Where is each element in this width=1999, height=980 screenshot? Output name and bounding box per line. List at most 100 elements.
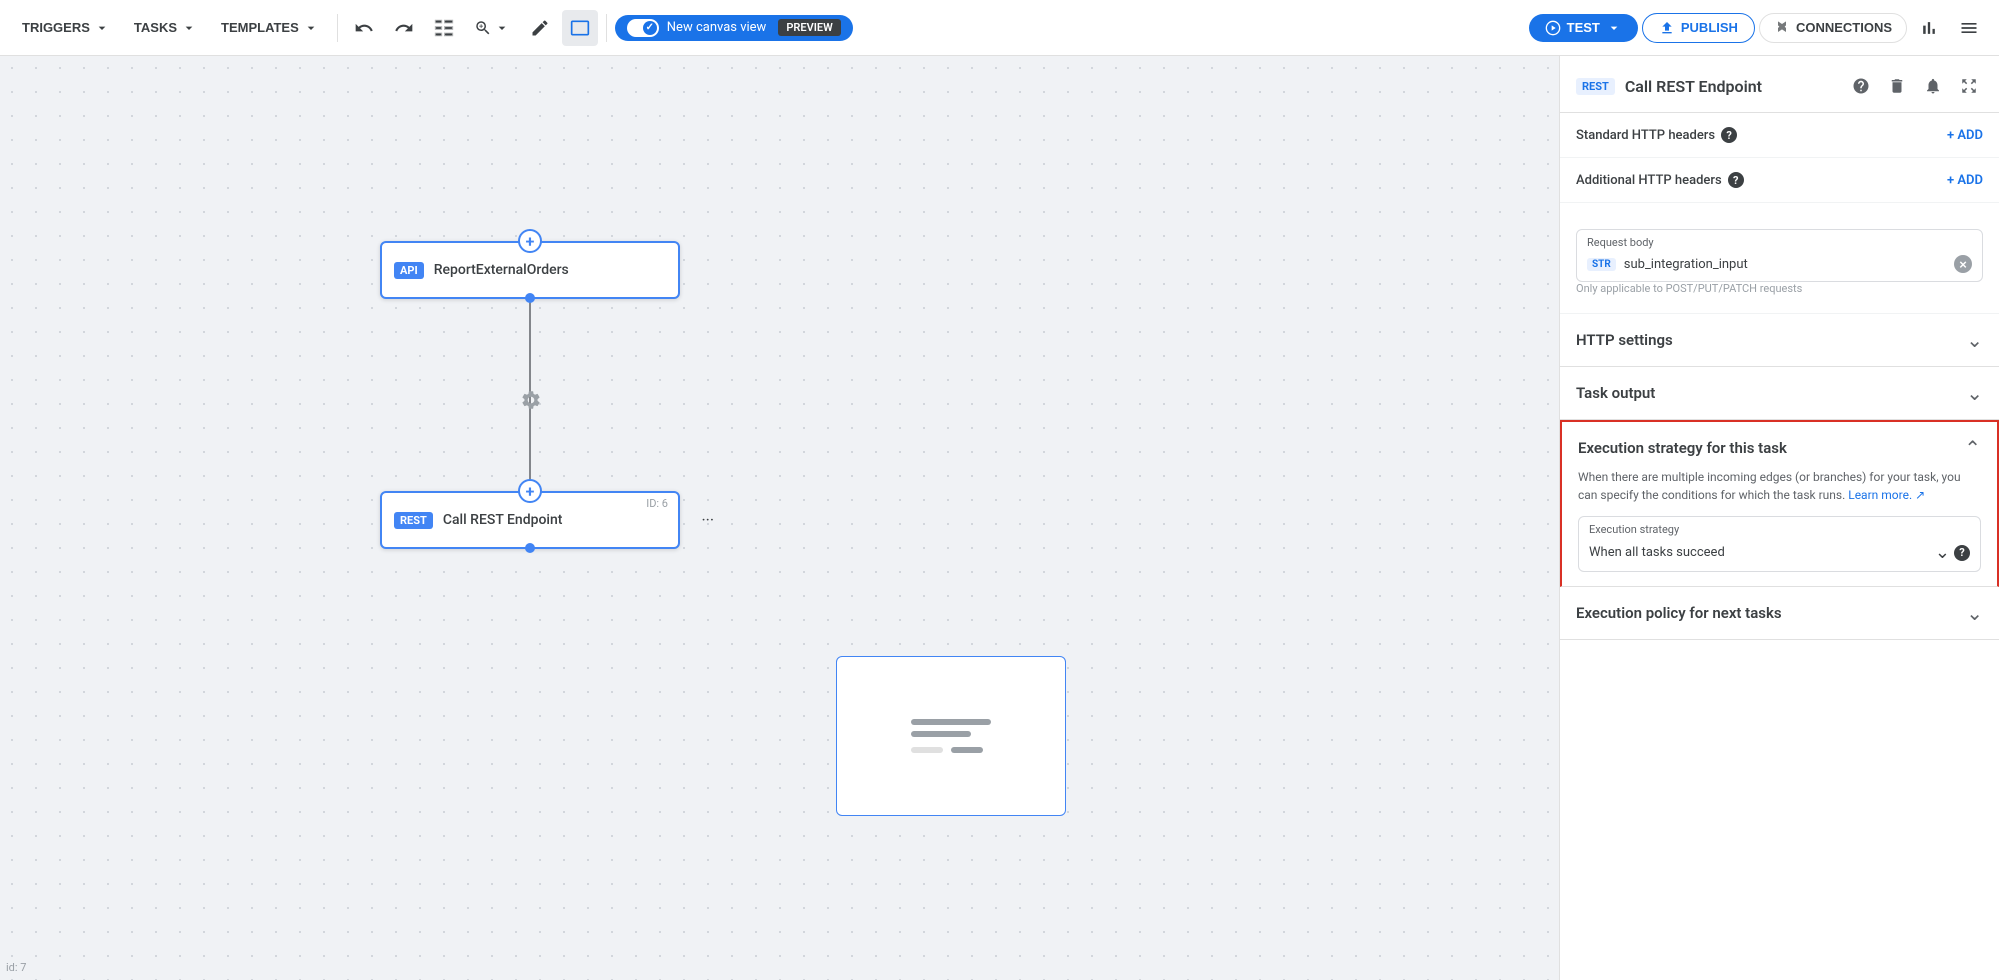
rp-help-button[interactable] [1847,72,1875,100]
rp-collapse-button[interactable] [1955,72,1983,100]
triggers-chevron-icon [94,20,110,36]
api-node[interactable]: + API ReportExternalOrders [380,241,680,299]
triggers-label: TRIGGERS [22,20,90,35]
http-settings-chevron-icon: ⌄ [1966,328,1983,352]
publish-label: PUBLISH [1681,20,1738,35]
more-menu-button[interactable] [1951,10,1987,46]
undo-button[interactable] [346,10,382,46]
layout-button[interactable] [426,10,462,46]
api-node-add-button[interactable]: + [518,229,542,253]
exec-strategy-icons: ⌄ ? [1935,542,1970,563]
triggers-menu[interactable]: TRIGGERS [12,14,120,42]
canvas[interactable]: + API ReportExternalOrders + REST Call R… [0,56,1559,980]
exec-strategy-value: When all tasks succeed [1589,545,1725,560]
redo-button[interactable] [386,10,422,46]
nav-divider-2 [606,14,607,42]
tasks-label: TASKS [134,20,177,35]
rp-badge: REST [1576,78,1615,95]
connections-label: CONNECTIONS [1796,20,1892,35]
http-settings-title: HTTP settings [1576,331,1673,349]
preview-badge: PREVIEW [778,19,840,36]
rp-header-icons [1847,72,1983,100]
task-output-chevron-icon: ⌄ [1966,381,1983,405]
rp-title: Call REST Endpoint [1625,77,1837,96]
right-icons [1911,10,1987,46]
request-body-label: Request body [1577,230,1982,249]
zoom-chevron-icon [494,20,510,36]
request-body-section: Request body STR sub_integration_input ×… [1560,203,1999,314]
rp-delete-button[interactable] [1883,72,1911,100]
task-output-title: Task output [1576,384,1655,402]
rp-notifications-button[interactable] [1919,72,1947,100]
templates-label: TEMPLATES [221,20,299,35]
main-area: + API ReportExternalOrders + REST Call R… [0,56,1999,980]
execution-strategy-chevron-icon[interactable]: ⌃ [1964,436,1981,460]
rest-node-name: Call REST Endpoint [443,512,563,528]
canvas-toggle-switch [627,19,659,37]
templates-chevron-icon [303,20,319,36]
test-label: TEST [1567,20,1600,35]
exec-strategy-help-icon[interactable]: ? [1954,545,1970,561]
request-body-value: sub_integration_input [1624,257,1946,272]
connections-button[interactable]: CONNECTIONS [1759,13,1907,43]
exec-strategy-dropdown-arrow[interactable]: ⌄ [1935,542,1950,563]
request-body-field[interactable]: Request body STR sub_integration_input × [1576,229,1983,282]
tasks-chevron-icon [181,20,197,36]
std-http-help-icon[interactable]: ? [1721,127,1737,143]
execution-strategy-section: Execution strategy for this task ⌃ When … [1560,420,1999,587]
addl-http-label: Additional HTTP headers ? [1576,172,1744,188]
std-http-section: Standard HTTP headers ? + ADD [1560,113,1999,158]
rest-connector-dot [525,543,535,553]
request-body-note: Only applicable to POST/PUT/PATCH reques… [1576,282,1983,299]
std-http-label: Standard HTTP headers ? [1576,127,1737,143]
templates-menu[interactable]: TEMPLATES [211,14,329,42]
request-body-clear-button[interactable]: × [1954,255,1972,273]
rest-badge: REST [394,512,433,529]
test-chevron-icon [1606,20,1622,36]
gear-node[interactable] [517,386,545,414]
mini-line-3 [911,747,943,753]
zoom-button[interactable] [466,10,518,46]
execution-strategy-title: Execution strategy for this task [1578,439,1787,457]
task-output-section[interactable]: Task output ⌄ [1560,367,1999,420]
right-panel: REST Call REST Endpoint [1559,56,1999,980]
canvas-connections-svg [0,56,1559,980]
execution-strategy-header: Execution strategy for this task ⌃ [1578,436,1981,460]
analytics-button[interactable] [1911,10,1947,46]
api-node-name: ReportExternalOrders [434,262,569,278]
request-body-input-row: STR sub_integration_input × [1577,249,1982,281]
execution-strategy-dropdown[interactable]: Execution strategy When all tasks succee… [1578,516,1981,572]
exec-strategy-learn-more-link[interactable]: Learn more. ↗ [1848,488,1925,502]
pen-tool-button[interactable] [522,10,558,46]
mini-canvas-panel [836,656,1066,816]
nav-divider-1 [337,14,338,42]
test-button[interactable]: TEST [1529,14,1638,42]
tasks-menu[interactable]: TASKS [124,14,207,42]
mini-line-4 [951,747,983,753]
right-panel-scroll[interactable]: Standard HTTP headers ? + ADD Additional… [1560,113,1999,980]
rest-node-more-button[interactable]: ··· [701,511,714,530]
api-badge: API [394,262,424,279]
execution-policy-section[interactable]: Execution policy for next tasks ⌄ [1560,587,1999,640]
publish-button[interactable]: PUBLISH [1642,13,1755,43]
top-navigation: TRIGGERS TASKS TEMPLATES New c [0,0,1999,56]
api-connector-dot [525,293,535,303]
exec-strategy-dropdown-row: When all tasks succeed ⌄ ? [1579,536,1980,571]
right-panel-header: REST Call REST Endpoint [1560,56,1999,113]
addl-http-add-button[interactable]: + ADD [1947,173,1983,188]
http-settings-section[interactable]: HTTP settings ⌄ [1560,314,1999,367]
str-badge: STR [1587,258,1616,271]
execution-policy-chevron-icon: ⌄ [1966,601,1983,625]
mini-line-2 [911,731,971,737]
canvas-toggle[interactable]: New canvas view PREVIEW [615,15,853,41]
addl-http-section: Additional HTTP headers ? + ADD [1560,158,1999,203]
std-http-add-button[interactable]: + ADD [1947,128,1983,143]
addl-http-help-icon[interactable]: ? [1728,172,1744,188]
exec-strategy-field-label: Execution strategy [1579,517,1980,536]
rest-node-add-button[interactable]: + [518,479,542,503]
rest-node-id: ID: 6 [646,497,668,510]
execution-strategy-desc: When there are multiple incoming edges (… [1578,468,1981,504]
canvas-view-button[interactable] [562,10,598,46]
rest-node[interactable]: + REST Call REST Endpoint ID: 6 ··· [380,491,680,549]
mini-line-1 [911,719,991,725]
